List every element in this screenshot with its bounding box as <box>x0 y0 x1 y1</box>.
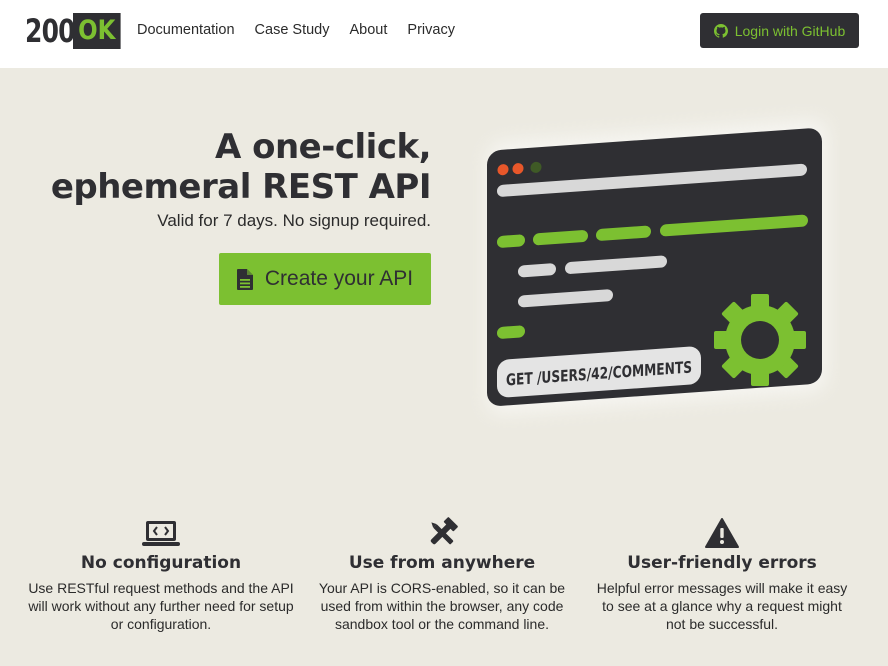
feature-use-from-anywhere: Use from anywhere Your API is CORS-enabl… <box>312 515 572 633</box>
feature-no-configuration: No configuration Use RESTful request met… <box>27 515 295 633</box>
nav-case-study[interactable]: Case Study <box>255 22 330 38</box>
tools-icon <box>430 517 458 545</box>
feature-text: Helpful error messages will make it easy… <box>596 580 848 632</box>
logo[interactable]: 200 OK <box>25 12 129 50</box>
create-api-button[interactable]: Create your API <box>219 253 431 305</box>
login-github-label: Login with GitHub <box>734 22 846 39</box>
hero-subtitle: Valid for 7 days. No signup required. <box>157 211 431 230</box>
code-line <box>497 234 525 248</box>
feature-text: Use RESTful request methods and the API … <box>28 580 294 632</box>
laptop-code-icon <box>142 521 180 546</box>
feature-text: Your API is CORS-enabled, so it can be u… <box>318 580 566 632</box>
nav-privacy[interactable]: Privacy <box>407 22 455 38</box>
feature-title: No configuration <box>80 553 242 573</box>
nav-documentation[interactable]: Documentation <box>137 22 235 38</box>
site-header: 200 OK Documentation Case Study About Pr… <box>0 0 888 68</box>
login-github-button[interactable]: Login with GitHub <box>700 13 859 48</box>
feature-user-friendly-errors: User-friendly errors Helpful error messa… <box>592 515 852 633</box>
logo-number: 200 <box>25 12 76 50</box>
code-line <box>497 325 525 339</box>
github-icon <box>713 23 728 38</box>
feature-title: User-friendly errors <box>627 553 817 573</box>
create-api-label: Create your API <box>264 267 414 290</box>
hero-title: A one-click, ephemeral REST API <box>50 127 432 207</box>
nav-about[interactable]: About <box>350 22 388 38</box>
main-nav: Documentation Case Study About Privacy <box>137 22 475 38</box>
gear-icon <box>714 294 806 386</box>
logo-badge: OK <box>73 13 121 49</box>
feature-title: Use from anywhere <box>348 553 536 573</box>
document-icon <box>236 268 253 290</box>
api-illustration: GET /USERS/42/COMMENTS <box>487 121 826 413</box>
hero-title-line2: ephemeral REST API <box>50 167 432 207</box>
warning-icon <box>705 518 739 548</box>
hero-title-line1: A one-click, <box>214 127 432 167</box>
